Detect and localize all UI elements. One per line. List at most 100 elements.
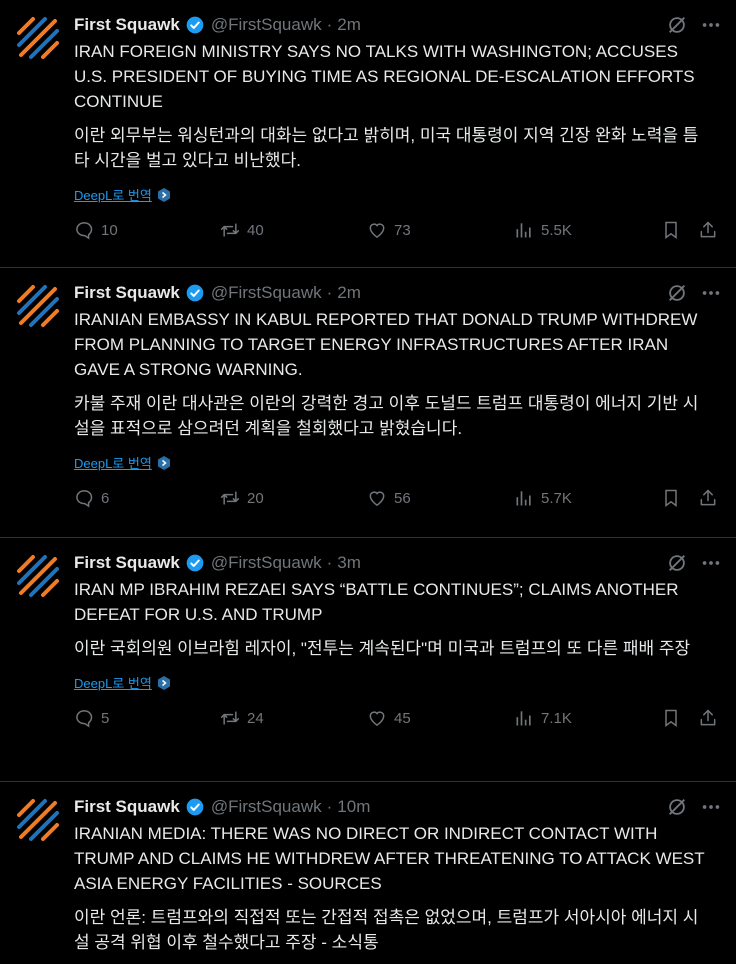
reply-button[interactable]: 5 [74,708,109,728]
deepl-icon [157,455,170,470]
author-handle[interactable]: @FirstSquawk [211,283,322,303]
share-button[interactable] [698,488,718,508]
deepl-icon [157,187,170,202]
timeline-feed: First Squawk @FirstSquawk · 2m IRAN FORE… [0,0,736,964]
tweet-text: IRANIAN MEDIA: THERE WAS NO DIRECT OR IN… [74,824,705,893]
retweet-icon [220,223,240,237]
views-button[interactable]: 5.7K [514,488,572,508]
author-name[interactable]: First Squawk [74,553,180,573]
grok-icon[interactable] [666,552,688,574]
deepl-icon [157,675,170,690]
tweet[interactable]: First Squawk @FirstSquawk · 3m IRAN MP I… [0,538,736,782]
bookmark-button[interactable] [661,220,681,240]
grok-icon[interactable] [666,796,688,818]
tweet-header: First Squawk @FirstSquawk · 10m [74,794,720,820]
verified-badge-icon [186,16,204,34]
translated-text: 이란 국회의원 이브라힘 레자이, "전투는 계속된다"며 미국과 트럼프의 또… [74,639,691,658]
tweet-header: First Squawk @FirstSquawk · 2m [74,280,720,306]
translation-credit: DeepL로 번역 [74,453,720,472]
like-button[interactable]: 45 [367,708,411,728]
first-squawk-logo[interactable] [16,554,60,598]
like-button[interactable]: 56 [367,488,411,508]
timestamp[interactable]: 10m [337,797,370,817]
bookmark-button[interactable] [661,488,681,508]
share-icon [700,489,716,506]
timestamp[interactable]: 2m [337,283,361,303]
retweet-count: 40 [247,221,264,239]
author-handle[interactable]: @FirstSquawk [211,553,322,573]
translated-text: 이란 언론: 트럼프와의 직접적 또는 간접적 접촉은 없었으며, 트럼프가 서… [74,908,699,952]
like-count: 73 [394,221,411,239]
grok-icon[interactable] [666,14,688,36]
bookmark-icon [665,221,677,239]
like-icon [369,223,385,238]
deepl-translate-link[interactable]: DeepL로 번역 [74,453,152,472]
like-icon [369,491,385,506]
deepl-translate-link[interactable]: DeepL로 번역 [74,673,152,692]
share-icon [700,709,716,726]
tweet[interactable]: First Squawk @FirstSquawk · 2m IRAN FORE… [0,0,736,268]
action-bar: 10 40 73 5.5K [74,216,720,254]
share-button[interactable] [698,220,718,240]
grok-icon[interactable] [666,282,688,304]
action-bar: 5 24 45 7.1K [74,704,720,742]
deepl-translate-link[interactable]: DeepL로 번역 [74,185,152,204]
retweet-button[interactable]: 40 [220,220,264,240]
more-icon[interactable] [700,282,722,304]
more-icon[interactable] [700,552,722,574]
verified-badge-icon [186,554,204,572]
separator-dot: · [326,15,333,34]
views-icon [516,223,531,238]
first-squawk-logo[interactable] [16,284,60,328]
view-count: 5.5K [541,221,572,239]
first-squawk-logo[interactable] [16,798,60,842]
timestamp[interactable]: 2m [337,15,361,35]
bookmark-icon [665,709,677,727]
author-handle[interactable]: @FirstSquawk [211,797,322,817]
author-name[interactable]: First Squawk [74,15,180,35]
like-count: 45 [394,709,411,727]
retweet-icon [220,711,240,725]
reply-count: 10 [101,221,118,239]
translation-credit: DeepL로 번역 [74,673,720,692]
separator-dot: · [326,553,333,572]
more-icon[interactable] [700,14,722,36]
retweet-count: 20 [247,489,264,507]
author-name[interactable]: First Squawk [74,797,180,817]
tweet[interactable]: First Squawk @FirstSquawk · 2m IRANIAN E… [0,268,736,538]
retweet-button[interactable]: 20 [220,488,264,508]
bookmark-icon [665,489,677,507]
reply-button[interactable]: 10 [74,220,118,240]
timestamp[interactable]: 3m [337,553,361,573]
reply-icon [76,490,93,508]
reply-count: 5 [101,709,110,727]
reply-count: 6 [101,489,110,507]
verified-badge-icon [186,798,204,816]
first-squawk-logo[interactable] [16,16,60,60]
views-button[interactable]: 7.1K [514,708,572,728]
author-handle[interactable]: @FirstSquawk [211,15,322,35]
view-count: 7.1K [541,709,572,727]
separator-dot: · [326,283,333,302]
tweet-header: First Squawk @FirstSquawk · 3m [74,550,720,576]
views-icon [516,711,531,726]
reply-icon [76,710,93,728]
reply-button[interactable]: 6 [74,488,109,508]
separator-dot: · [326,797,333,816]
views-icon [516,491,531,506]
tweet-text: IRAN MP IBRAHIM REZAEI SAYS “BATTLE CONT… [74,580,679,624]
bookmark-button[interactable] [661,708,681,728]
more-icon[interactable] [700,796,722,818]
like-button[interactable]: 73 [367,220,411,240]
retweet-button[interactable]: 24 [220,708,264,728]
action-bar: 6 20 56 5.7K [74,484,720,522]
author-name[interactable]: First Squawk [74,283,180,303]
share-button[interactable] [698,708,718,728]
verified-badge-icon [186,284,204,302]
tweet[interactable]: First Squawk @FirstSquawk · 10m IRANIAN … [0,782,736,964]
views-button[interactable]: 5.5K [514,220,572,240]
reply-icon [76,222,93,240]
translated-text: 이란 외무부는 워싱턴과의 대화는 없다고 밝히며, 미국 대통령이 지역 긴장… [74,126,699,170]
translated-text: 카불 주재 이란 대사관은 이란의 강력한 경고 이후 도널드 트럼프 대통령이… [74,394,699,438]
like-icon [369,711,385,726]
